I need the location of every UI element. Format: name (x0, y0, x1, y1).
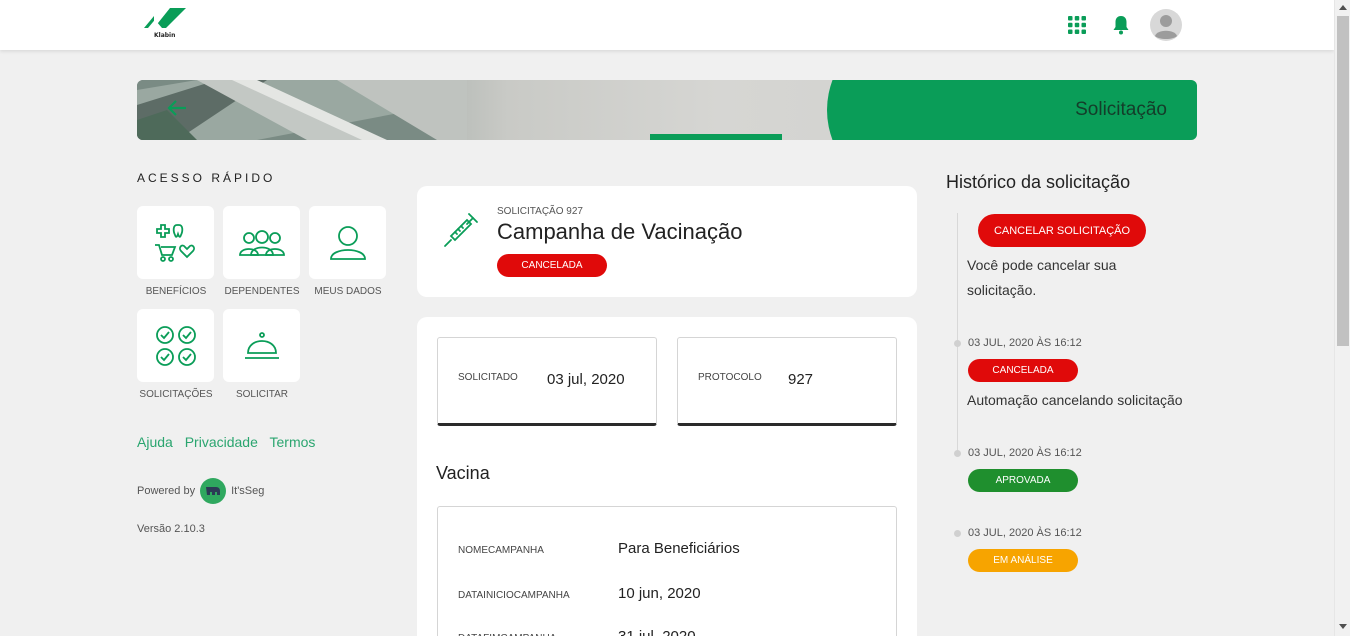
page-title: Solicitação (1075, 99, 1167, 120)
top-bar: Klabin (0, 0, 1334, 50)
protocol-box: PROTOCOLO 927 (677, 337, 897, 426)
cancel-hint-line2: solicitação. (967, 282, 1037, 298)
tile-label-requests: SOLICITAÇÕES (139, 389, 213, 400)
quick-access-title: ACESSO RÁPIDO (137, 171, 276, 185)
itsseg-logo-icon (200, 478, 227, 504)
scroll-thumb[interactable] (1337, 16, 1349, 346)
protocol-value: 927 (788, 371, 814, 388)
bell-icon[interactable] (1108, 12, 1134, 38)
cancel-request-button[interactable]: CANCELAR SOLICITAÇÃO (978, 214, 1146, 247)
request-number: SOLICITAÇÃO 927 (497, 206, 583, 217)
history-title: Histórico da solicitação (946, 172, 1131, 192)
benefits-icon (154, 223, 195, 262)
logo-text: Klabin (154, 32, 176, 39)
status-badge: CANCELADA (497, 254, 607, 277)
vaccine-row-value: 31 jul, 2020 (618, 628, 696, 636)
service-bell-icon (244, 331, 279, 359)
history-status-badge: APROVADA (968, 469, 1078, 492)
tile-benefits[interactable] (137, 206, 214, 279)
tile-label-my-data: MEUS DADOS (314, 286, 382, 297)
check-circles-icon (155, 325, 196, 366)
back-arrow-icon[interactable] (167, 98, 187, 123)
tile-label-request-new: SOLICITAR (235, 389, 289, 400)
vaccine-row: NOMECAMPANHA Para Beneficiários (458, 540, 878, 562)
tile-request-new[interactable] (223, 309, 300, 382)
tile-my-data[interactable] (309, 206, 386, 279)
history-event-date: 03 JUL, 2020 ÀS 16:12 (968, 527, 1082, 539)
tile-dependents[interactable] (223, 206, 300, 279)
vaccine-section-title: Vacina (436, 463, 490, 483)
history-event-note: Automação cancelando solicitação (967, 392, 1183, 408)
page-scrollbar[interactable] (1334, 0, 1350, 636)
app-version: Versão 2.10.3 (137, 523, 205, 535)
user-icon (329, 225, 366, 260)
timeline-dot (954, 450, 961, 457)
apps-grid-icon[interactable] (1064, 12, 1090, 38)
footer-links: Ajuda Privacidade Termos (137, 434, 323, 450)
privacy-link[interactable]: Privacidade (185, 434, 258, 450)
powered-by-label: Powered by (137, 485, 196, 497)
vaccine-row-value: Para Beneficiários (618, 540, 740, 557)
request-title: Campanha de Vacinação (497, 219, 743, 244)
history-timeline (957, 213, 958, 453)
dependents-icon (238, 229, 285, 256)
requested-date-box: SOLICITADO 03 jul, 2020 (437, 337, 657, 426)
tile-requests[interactable] (137, 309, 214, 382)
history-event-date: 03 JUL, 2020 ÀS 16:12 (968, 447, 1082, 459)
help-link[interactable]: Ajuda (137, 434, 173, 450)
terms-link[interactable]: Termos (270, 434, 316, 450)
page-banner: Solicitação (137, 80, 1197, 140)
timeline-dot (954, 340, 961, 347)
history-event-date: 03 JUL, 2020 ÀS 16:12 (968, 337, 1082, 349)
request-header-card: SOLICITAÇÃO 927 Campanha de Vacinação CA… (417, 186, 917, 297)
vaccine-row: DATAINICIOCAMPANHA 10 jun, 2020 (458, 585, 878, 607)
vaccine-row-key: DATAINICIOCAMPANHA (458, 590, 570, 601)
requested-value: 03 jul, 2020 (547, 371, 625, 388)
vaccine-row: DATAFIMCAMPANHA 31 jul, 2020 (458, 628, 878, 636)
history-status-badge: CANCELADA (968, 359, 1078, 382)
timeline-dot (954, 530, 961, 537)
itsseg-brand: It'sSeg (231, 485, 265, 497)
vaccine-row-value: 10 jun, 2020 (618, 585, 701, 602)
syringe-icon (443, 212, 479, 252)
vaccine-row-key: NOMECAMPANHA (458, 545, 544, 556)
powered-by: Powered by It'sSeg (137, 478, 264, 504)
cancel-hint-line1: Você pode cancelar sua (967, 257, 1117, 273)
protocol-label: PROTOCOLO (698, 372, 762, 383)
banner-accent-bar (650, 134, 782, 140)
history-status-badge: EM ANÁLISE (968, 549, 1078, 572)
requested-label: SOLICITADO (458, 372, 518, 383)
tile-label-dependents: DEPENDENTES (224, 286, 300, 297)
scroll-down-icon[interactable] (1339, 624, 1347, 629)
vaccine-details-box: NOMECAMPANHA Para Beneficiários DATAINIC… (437, 506, 897, 636)
scroll-up-icon[interactable] (1339, 5, 1347, 10)
tile-label-benefits: BENEFÍCIOS (145, 286, 207, 297)
avatar-icon[interactable] (1150, 9, 1182, 41)
